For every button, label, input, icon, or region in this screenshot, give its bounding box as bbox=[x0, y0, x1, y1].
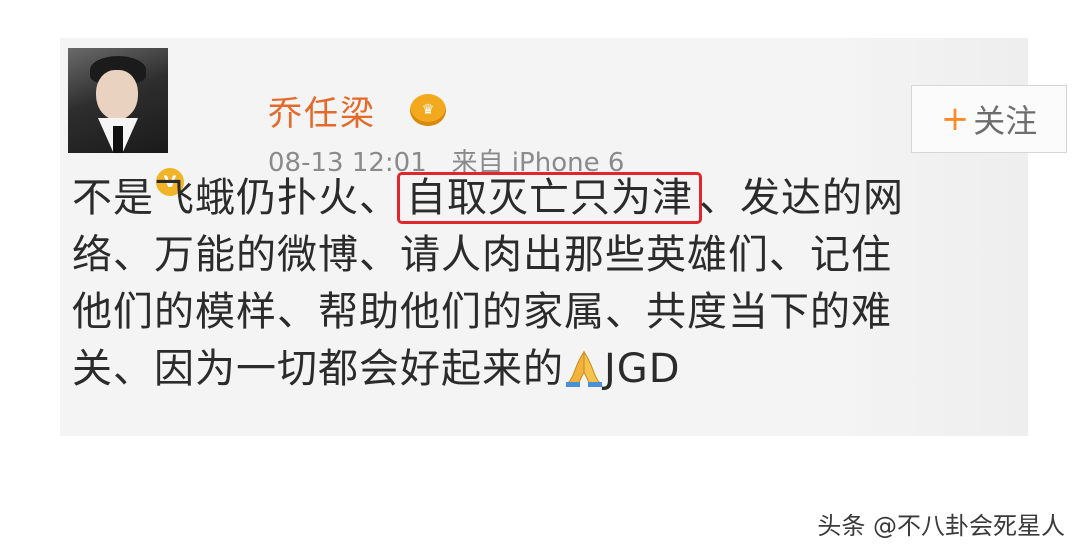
post-text-segment: JGD bbox=[604, 346, 681, 392]
post-body: 不是飞蛾仍扑火、 自取灭亡只为津 、发达的网 络、万能的微博、请人肉出那些英雄们、记… bbox=[72, 170, 984, 398]
avatar-face bbox=[96, 70, 138, 120]
plus-icon: + bbox=[940, 99, 970, 139]
post-line-3: 他们的模样、帮助他们的家属、共度当下的难 bbox=[72, 289, 892, 335]
follow-button[interactable]: + 关注 bbox=[911, 85, 1067, 153]
post-line-1: 不是飞蛾仍扑火、 自取灭亡只为津 、发达的网 bbox=[72, 170, 984, 227]
post-line-2: 络、万能的微博、请人肉出那些英雄们、记住 bbox=[72, 232, 892, 278]
follow-button-label: 关注 bbox=[973, 102, 1038, 140]
post-text-segment: 关、因为一切都会好起来的 bbox=[72, 346, 564, 392]
folded-hands-icon bbox=[566, 350, 602, 387]
username-link[interactable]: 乔任梁 bbox=[268, 86, 376, 135]
vip-crown-icon: ♛ bbox=[410, 94, 446, 126]
post-text-segment: 不是飞蛾仍扑火、 bbox=[72, 175, 400, 221]
highlighted-phrase: 自取灭亡只为津 bbox=[397, 172, 702, 224]
post-line-4: 关、因为一切都会好起来的 JGD bbox=[72, 341, 984, 398]
screenshot-page: V 乔任梁 ♛ 08-13 12:01 来自 iPhone 6 + 关注 不是飞… bbox=[0, 0, 1079, 560]
avatar-tie bbox=[113, 126, 123, 153]
post-text-segment: 、发达的网 bbox=[699, 175, 904, 221]
avatar[interactable] bbox=[68, 48, 168, 153]
watermark: 头条 @不八卦会死星人 bbox=[817, 512, 1065, 540]
